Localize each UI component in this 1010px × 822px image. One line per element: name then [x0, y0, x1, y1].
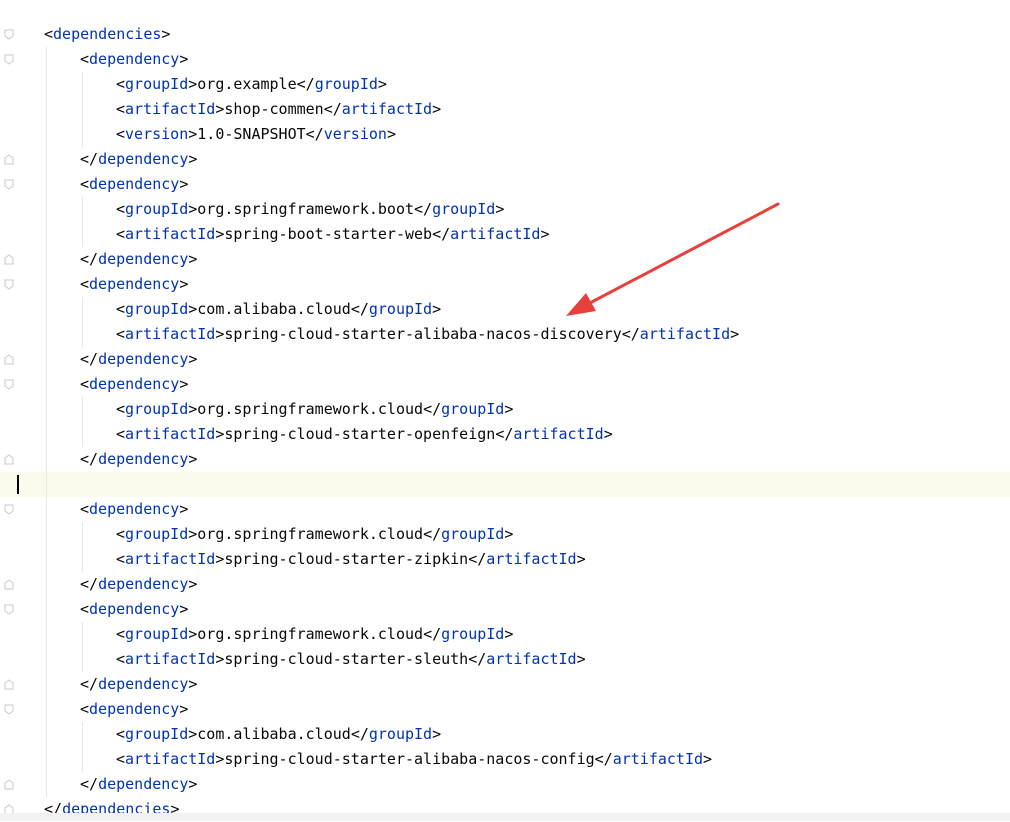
horizontal-scrollbar[interactable]: [0, 813, 1010, 821]
code-editor[interactable]: <dependencies> <dependency> <groupId>org.e…: [0, 0, 1010, 821]
red-arrow-icon: [566, 202, 780, 316]
